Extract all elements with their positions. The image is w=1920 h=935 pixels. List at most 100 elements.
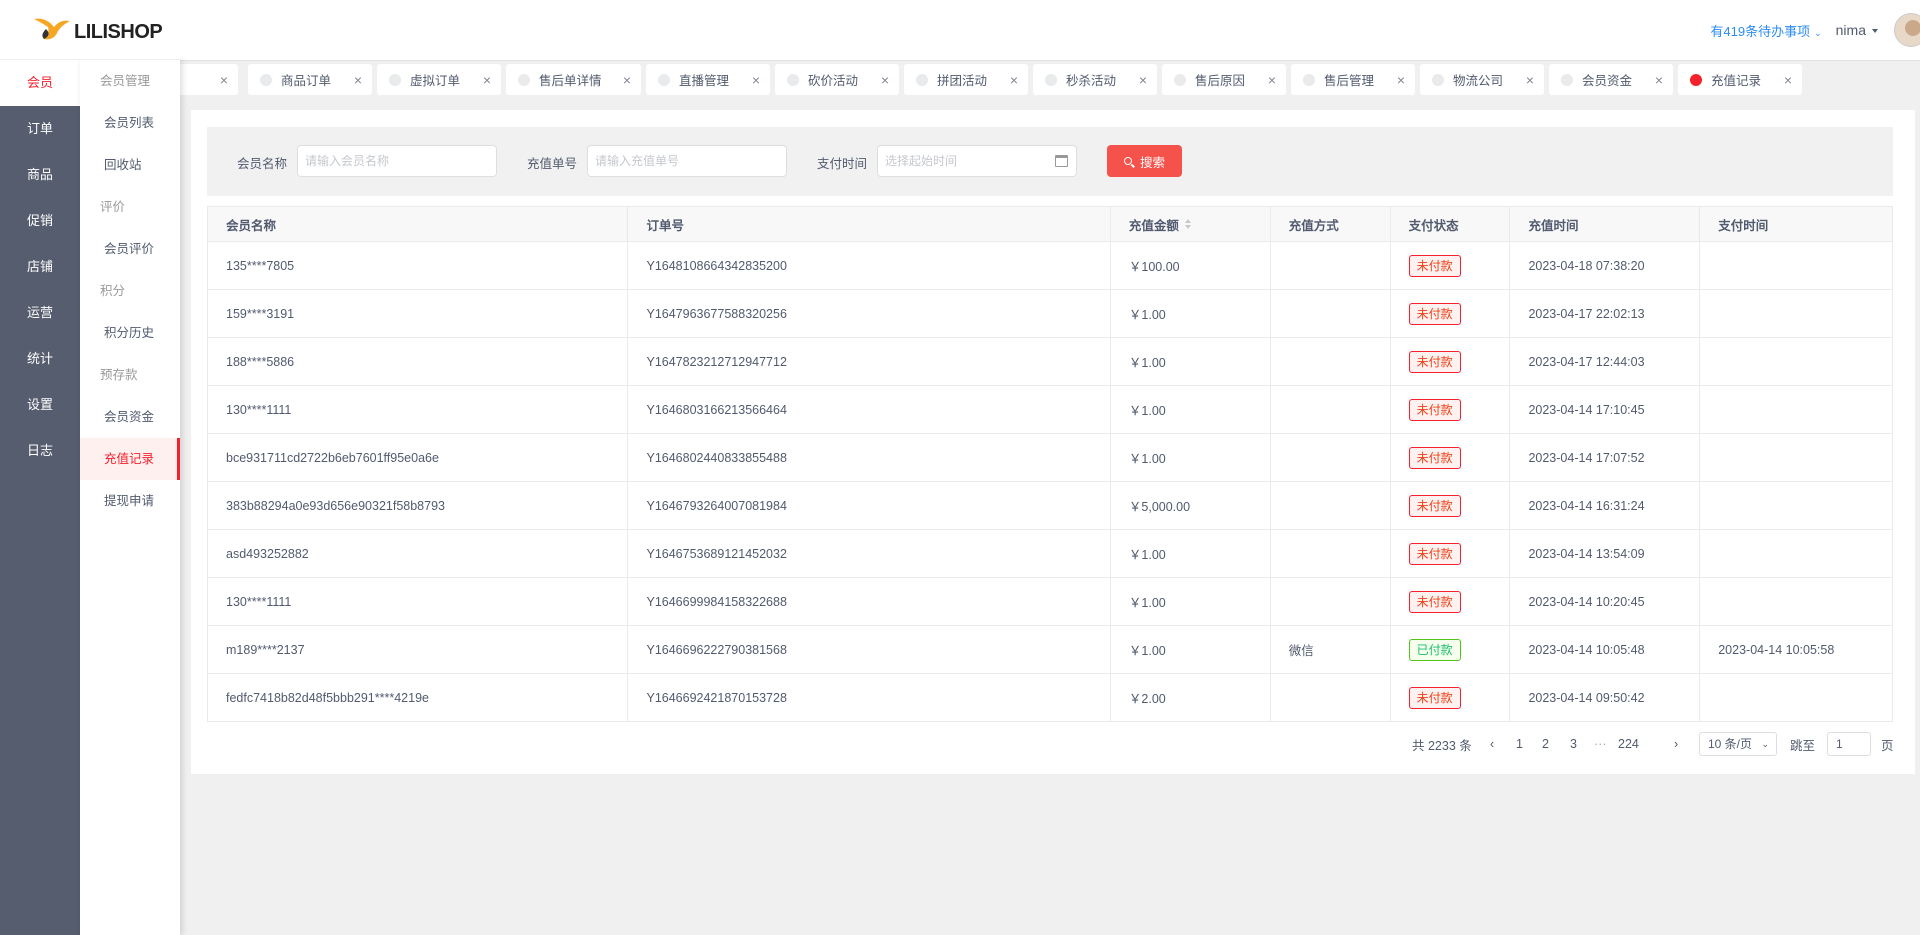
cell-text: fedfc7418b82d48f5bbb291****4219e — [226, 690, 429, 705]
tab[interactable]: 虚拟订单 × — [377, 64, 501, 95]
nav-item[interactable]: 会员 — [0, 60, 80, 106]
close-icon[interactable]: × — [220, 72, 228, 88]
table-cell: 383b88294a0e93d656e90321f58b8793 — [208, 482, 629, 529]
pay-time-placeholder: 选择起始时间 — [885, 154, 958, 168]
tab[interactable]: 商品订单 × — [248, 64, 372, 95]
column-header-label: 充值时间 — [1528, 218, 1579, 233]
sub-nav-item[interactable]: 提现申请 — [80, 480, 180, 522]
table-row: m189****2137 Y1646696222790381568 ￥1.00 微信 已… — [208, 626, 1892, 674]
table-row: 159****3191 Y1647963677588320256 ￥1.00 未付款 2… — [208, 290, 1892, 338]
nav-item[interactable]: 运营 — [0, 290, 80, 336]
column-header: 支付时间 — [1700, 207, 1892, 241]
close-icon[interactable]: × — [1784, 72, 1792, 88]
tab-label: 秒杀活动 — [1066, 74, 1117, 88]
cell-text: 2023-04-17 12:44:03 — [1528, 354, 1645, 369]
user-menu[interactable]: nima — [1836, 22, 1878, 38]
page-number[interactable]: 3 — [1570, 732, 1577, 756]
tab-status-dot — [518, 73, 530, 86]
table-cell: 未付款 — [1391, 434, 1511, 481]
table-cell — [1271, 674, 1391, 721]
main-card: 会员名称 请输入会员名称 充值单号 请输入充值单号 支付时间 选择起始时间 搜索… — [191, 110, 1915, 774]
pay-time-picker[interactable]: 选择起始时间 — [877, 145, 1077, 177]
search-button[interactable]: 搜索 — [1107, 145, 1182, 177]
column-header: 支付状态 — [1391, 207, 1511, 241]
close-icon[interactable]: × — [881, 72, 889, 88]
tab[interactable]: 会员资金 × — [1549, 64, 1673, 95]
next-page-icon[interactable]: › — [1674, 732, 1678, 756]
order-no-input[interactable]: 请输入充值单号 — [587, 145, 787, 177]
caret-down-icon — [1872, 29, 1878, 34]
sub-nav-item[interactable]: 会员列表 — [80, 102, 180, 144]
sub-nav-item[interactable]: 会员资金 — [80, 396, 180, 438]
nav-item[interactable]: 设置 — [0, 382, 80, 428]
close-icon[interactable]: × — [1268, 72, 1276, 88]
tab[interactable]: 拼团活动 × — [904, 64, 1028, 95]
close-icon[interactable]: × — [1655, 72, 1663, 88]
cell-text: 2023-04-14 10:05:58 — [1718, 642, 1835, 657]
tab[interactable]: 详情× — [180, 64, 238, 95]
cell-text: 130****1111 — [226, 594, 292, 609]
sub-nav-item[interactable]: 充值记录 — [80, 438, 180, 480]
nav-item[interactable]: 商品 — [0, 152, 80, 198]
cell-text: ￥1.00 — [1128, 404, 1166, 418]
tab[interactable]: 直播管理 × — [646, 64, 770, 95]
table-cell: 未付款 — [1391, 386, 1511, 433]
close-icon[interactable]: × — [752, 72, 760, 88]
sub-nav-item[interactable]: 会员评价 — [80, 228, 180, 270]
close-icon[interactable]: × — [1526, 72, 1534, 88]
close-icon[interactable]: × — [623, 72, 631, 88]
page-number[interactable]: 1 — [1516, 732, 1523, 756]
table-row: asd493252882 Y1646753689121452032 ￥1.00 未付款… — [208, 530, 1892, 578]
close-icon[interactable]: × — [483, 72, 491, 88]
member-name-input[interactable]: 请输入会员名称 — [297, 145, 497, 177]
tab[interactable]: 物流公司 × — [1420, 64, 1544, 95]
tab[interactable]: 砍价活动 × — [775, 64, 899, 95]
tab-bar: 详情×商品订单×虚拟订单×售后单详情×直播管理×砍价活动×拼团活动×秒杀活动×售… — [180, 60, 1920, 100]
nav-item[interactable]: 促销 — [0, 198, 80, 244]
cell-text: Y1648108664342835200 — [646, 258, 787, 273]
todo-text: 有419条待办事项 — [1710, 23, 1811, 39]
tab[interactable]: 售后原因 × — [1162, 64, 1286, 95]
table-body: 135****7805 Y1648108664342835200 ￥100.00 未付… — [208, 242, 1892, 722]
table-cell: 2023-04-14 16:31:24 — [1510, 482, 1701, 529]
table-cell: 未付款 — [1391, 242, 1511, 289]
table-cell: 2023-04-14 13:54:09 — [1510, 530, 1701, 577]
jump-page-input[interactable]: 1 — [1827, 732, 1871, 756]
nav-item[interactable]: 店铺 — [0, 244, 80, 290]
column-header[interactable]: 充值金额 — [1111, 207, 1271, 241]
sub-nav-item[interactable]: 回收站 — [80, 144, 180, 186]
tab[interactable]: 售后管理 × — [1291, 64, 1415, 95]
close-icon[interactable]: × — [1010, 72, 1018, 88]
nav-item[interactable]: 统计 — [0, 336, 80, 382]
table-cell: 已付款 — [1391, 626, 1511, 673]
tab-label: 虚拟订单 — [410, 74, 461, 88]
top-header: 有419条待办事项 ⌄ nima — [180, 0, 1920, 60]
avatar[interactable] — [1894, 13, 1920, 47]
close-icon[interactable]: × — [354, 72, 362, 88]
sub-nav-item[interactable]: 积分历史 — [80, 312, 180, 354]
logo[interactable]: LILISHOP — [0, 0, 180, 60]
brand-name: LILISHOP — [74, 21, 163, 43]
table-cell — [1271, 434, 1391, 481]
tab-label: 拼团活动 — [937, 74, 988, 88]
chevron-down-icon: ⌄ — [1814, 27, 1822, 38]
table-cell: 2023-04-17 12:44:03 — [1510, 338, 1701, 385]
table-cell: 未付款 — [1391, 338, 1511, 385]
close-icon[interactable]: × — [1397, 72, 1405, 88]
tab[interactable]: 售后单详情 × — [506, 64, 641, 95]
nav-item[interactable]: 日志 — [0, 428, 80, 474]
close-icon[interactable]: × — [1139, 72, 1147, 88]
sort-icon[interactable] — [1184, 219, 1191, 229]
nav-item[interactable]: 订单 — [0, 106, 80, 152]
prev-page-icon[interactable]: ‹ — [1490, 732, 1494, 756]
page-size-select[interactable]: 10 条/页 ⌄ — [1699, 732, 1777, 756]
page-number[interactable]: 2 — [1542, 732, 1549, 756]
tab[interactable]: 充值记录 × — [1678, 64, 1802, 95]
cell-text: ￥1.00 — [1128, 452, 1166, 466]
todo-link[interactable]: 有419条待办事项 ⌄ — [1710, 21, 1821, 40]
status-badge: 未付款 — [1408, 302, 1461, 325]
tab-label: 商品订单 — [281, 74, 332, 88]
tab[interactable]: 秒杀活动 × — [1033, 64, 1157, 95]
cell-text: ￥5,000.00 — [1128, 500, 1191, 514]
page-number[interactable]: 224 — [1618, 732, 1639, 756]
